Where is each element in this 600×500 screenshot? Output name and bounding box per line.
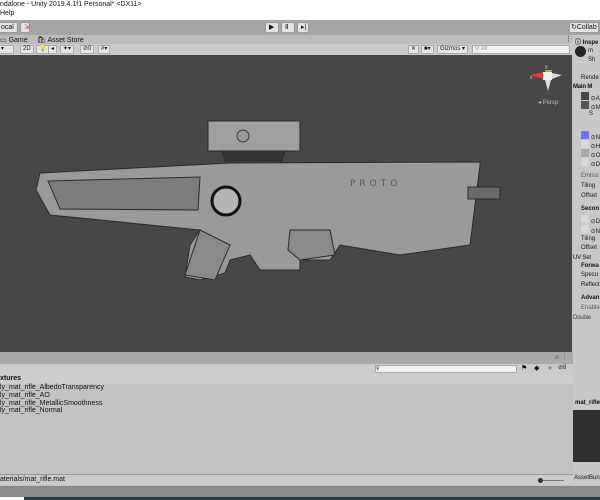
shader-label: Sh xyxy=(588,57,596,63)
project-toolbar: ⚲ ⚑ ◆ ★ ⊘8 xyxy=(0,364,573,374)
step-button[interactable]: ▸| xyxy=(297,22,309,33)
rendering-mode-label: Rende xyxy=(581,75,599,81)
view-tabs: ▭ Game 🛍 Asset Store ⋮ xyxy=(0,35,572,44)
pause-button[interactable]: Ⅱ xyxy=(281,22,295,33)
uv-set-label: UV Set xyxy=(573,255,591,261)
preview-title: mat_rifle xyxy=(575,400,600,406)
gizmo-y-label: y xyxy=(545,64,548,70)
inspector-tab[interactable]: ⓘ Inspe xyxy=(575,37,598,46)
store-icon: 🛍 xyxy=(37,37,48,44)
rifle-model: PROTO y x ◂ Persp xyxy=(35,64,562,281)
favorite-star-icon[interactable]: ★ xyxy=(547,364,553,372)
transform-icon[interactable]: ⇲ xyxy=(20,22,30,33)
scene-toolbar: ▾ 2D 💡 ◂ ✦▾ ⊘0 #▾ ✕ ■▾ Gizmos ▾ ⚲ All xyxy=(0,44,572,55)
model-text: PROTO xyxy=(350,179,401,189)
tiling-label-2: Tiling xyxy=(581,236,596,242)
grid-dropdown-icon[interactable]: #▾ xyxy=(98,45,111,54)
inspector-panel: ⓘ Inspe m Sh Rende Main M ⊙A ⊙M S ⊙N ⊙H … xyxy=(572,35,600,365)
collab-button[interactable]: ↻Collab xyxy=(569,22,599,33)
scene-gizmo[interactable]: y x xyxy=(530,64,562,91)
menu-bar: Help xyxy=(0,10,600,20)
reflections-label: Reflect xyxy=(581,282,600,288)
shading-dropdown[interactable]: ▾ xyxy=(0,45,14,54)
rifle-port xyxy=(210,185,242,217)
double-sided-gi-label: Double xyxy=(573,315,591,321)
audio-toggle-icon[interactable]: ◂ xyxy=(48,45,58,54)
material-preview[interactable] xyxy=(573,410,600,462)
menu-help[interactable]: Help xyxy=(0,10,14,17)
hidden-objects-toggle[interactable]: ⊘0 xyxy=(80,45,95,54)
detail-mask-row[interactable]: ⊙D xyxy=(581,158,600,168)
asset-list-item[interactable]: ly_mat_rifle_AlbedoTransparency xyxy=(0,384,573,391)
enable-gpu-instancing-label: Enable xyxy=(581,305,600,311)
emission-toggle[interactable]: Emissi xyxy=(581,173,599,179)
project-tab-bar: a ⋮ xyxy=(0,352,573,364)
albedo-texture-thumb xyxy=(581,92,589,100)
gizmo-x-label: x xyxy=(530,75,533,81)
filter-label-icon[interactable]: ◆ xyxy=(534,364,539,372)
asset-list-item[interactable]: ly_mat_rifle_MetallicSmoothness xyxy=(0,400,573,407)
filter-type-icon[interactable]: ⚑ xyxy=(521,364,527,372)
offset-label: Offset xyxy=(581,193,597,199)
scene-search-input[interactable]: ⚲ All xyxy=(472,45,570,54)
camera-dropdown-icon[interactable]: ■▾ xyxy=(421,45,434,54)
preview-panel: mat_rifle AssetBun xyxy=(573,365,600,486)
tab-menu-icon[interactable]: ⋮ xyxy=(565,35,572,43)
normal-texture-thumb xyxy=(581,131,589,139)
pivot-local-toggle[interactable]: ocal xyxy=(0,22,18,33)
main-toolbar: ocal ⇲ ▶ Ⅱ ▸| ↻Collab xyxy=(0,20,600,35)
gizmos-dropdown[interactable]: Gizmos ▾ xyxy=(437,45,469,54)
selected-asset-path: aterials/mat_rifle.mat xyxy=(0,476,65,483)
tools-icon[interactable]: ✕ xyxy=(408,45,420,54)
effects-dropdown-icon[interactable]: ✦▾ xyxy=(60,45,75,54)
project-footer: aterials/mat_rifle.mat xyxy=(0,474,573,485)
material-name: m xyxy=(588,48,593,54)
hidden-packages-toggle[interactable]: ⊘8 xyxy=(558,364,566,371)
project-panel: a ⋮ ⚲ ⚑ ◆ ★ ⊘8 xtures ly_mat_rifle_Albed… xyxy=(0,352,573,486)
taskbar xyxy=(0,486,600,500)
scene-view[interactable]: PROTO y x ◂ Persp xyxy=(0,55,572,352)
secondary-maps-header: Secon xyxy=(581,206,600,212)
assetbundle-label: AssetBun xyxy=(574,475,600,481)
window-title: ndalone - Unity 2019.4.1f1 Personal* <DX… xyxy=(0,1,142,8)
tab-asset-store[interactable]: 🛍 Asset Store xyxy=(37,36,84,44)
asset-list-item[interactable]: ly_mat_rifle_AO xyxy=(0,392,573,399)
lock-icon[interactable]: a ⋮ xyxy=(555,353,568,361)
project-breadcrumb[interactable]: xtures xyxy=(0,374,573,384)
tab-game[interactable]: ▭ Game xyxy=(0,36,28,44)
asset-list-item[interactable]: ly_mat_rifle_Normal xyxy=(0,407,573,414)
main-maps-header: Main M xyxy=(573,84,593,90)
persp-label[interactable]: ◂ Persp xyxy=(538,100,559,106)
slider-handle[interactable] xyxy=(538,478,543,483)
specular-highlights-label: Specu xyxy=(581,272,599,278)
advanced-options-header: Advan xyxy=(581,295,600,301)
forward-options-header: Forwa xyxy=(581,263,599,269)
play-button[interactable]: ▶ xyxy=(265,22,279,33)
detail-normal-row[interactable]: ⊙N xyxy=(581,225,600,235)
2d-toggle[interactable]: 2D xyxy=(20,45,34,54)
title-bar: ndalone - Unity 2019.4.1f1 Personal* <DX… xyxy=(0,0,600,10)
material-sphere-icon xyxy=(575,46,586,57)
metallic-row[interactable]: ⊙M xyxy=(581,101,600,111)
offset-label-2: Offset xyxy=(581,245,597,251)
tiling-label: Tiling xyxy=(581,183,596,189)
scope xyxy=(207,120,301,152)
game-icon: ▭ xyxy=(0,37,9,44)
project-search-input[interactable]: ⚲ xyxy=(375,365,517,373)
metallic-texture-thumb xyxy=(581,101,589,109)
smoothness-label: S xyxy=(589,111,594,117)
detail-albedo-row[interactable]: ⊙D xyxy=(581,215,600,225)
